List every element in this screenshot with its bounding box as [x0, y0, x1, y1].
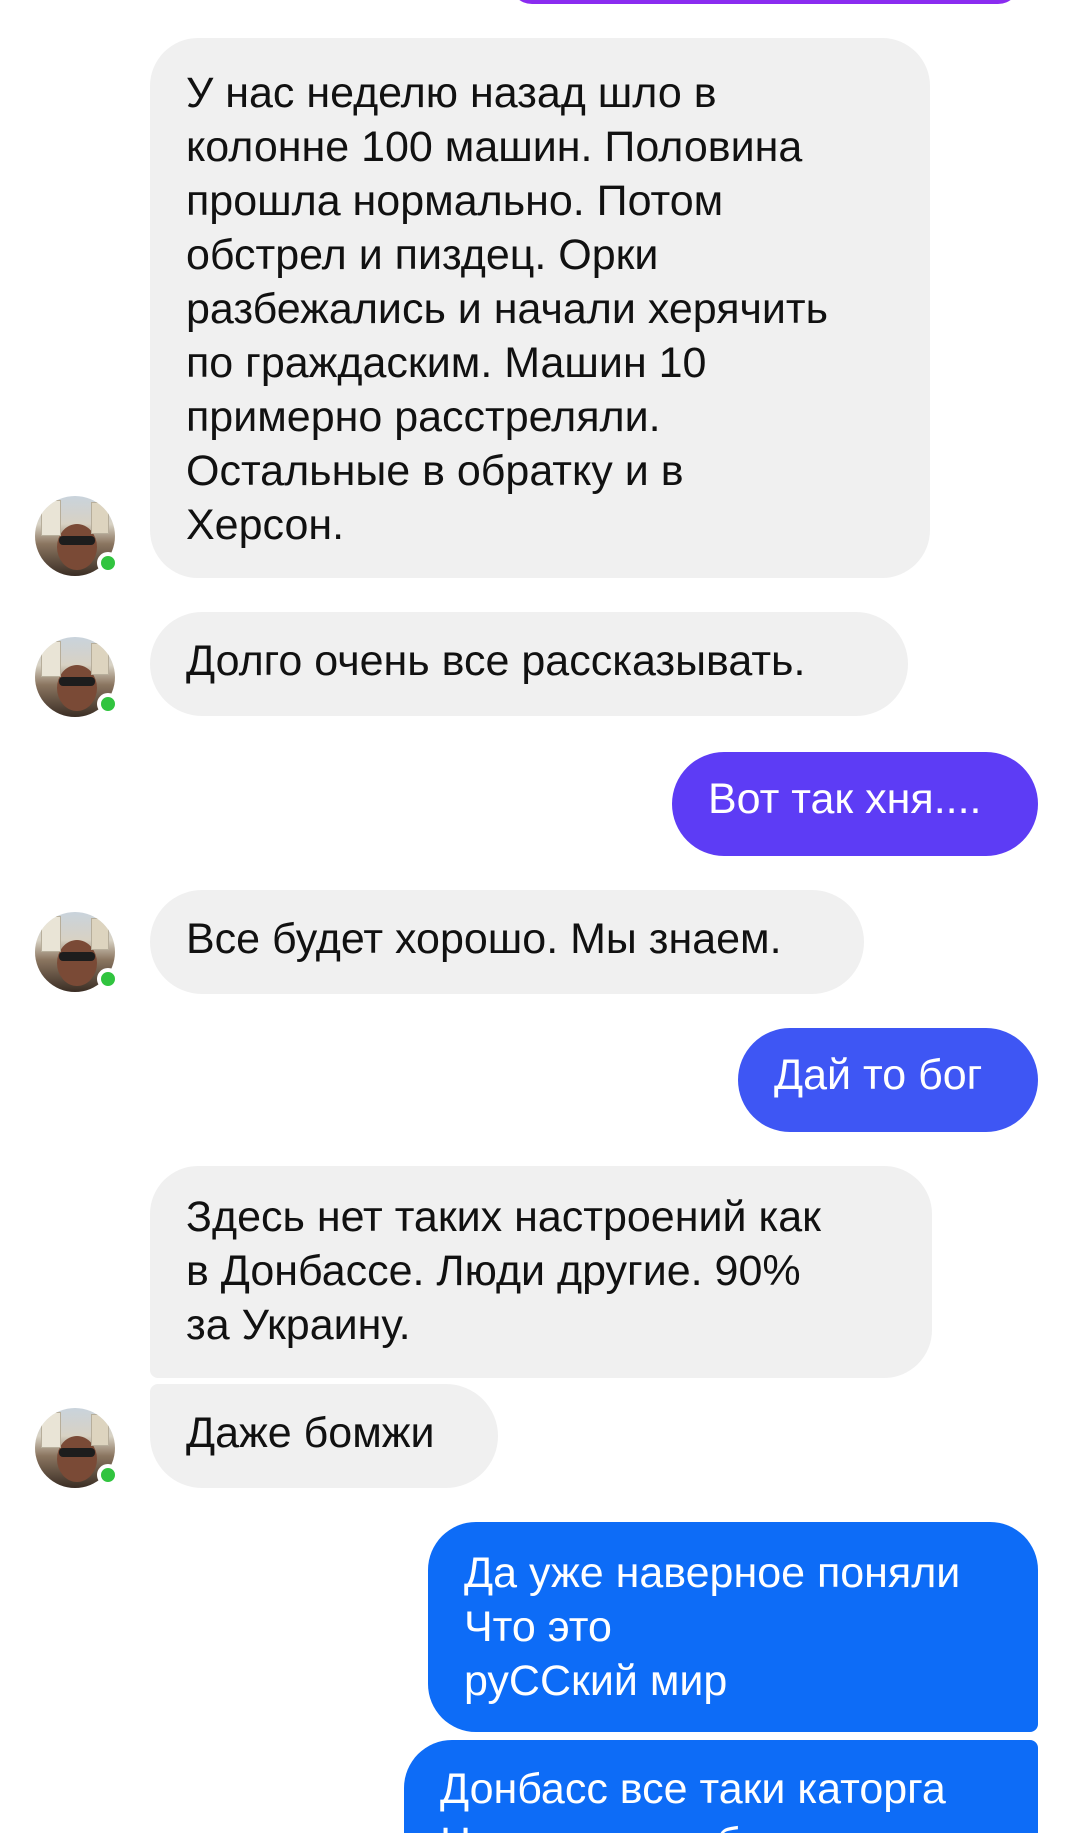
incoming-message[interactable]: Здесь нет таких настроений как в Донбасс… — [150, 1166, 932, 1378]
outgoing-message[interactable]: Донбасс все таки каторга Населенная сбро… — [404, 1740, 1038, 1833]
outgoing-message[interactable]: Дай то бог — [738, 1028, 1038, 1132]
contact-avatar[interactable] — [35, 1408, 119, 1488]
contact-avatar[interactable] — [35, 912, 119, 992]
contact-avatar[interactable] — [35, 637, 119, 717]
contact-avatar[interactable] — [35, 496, 119, 576]
previous-message-bubble[interactable] — [510, 0, 1020, 4]
incoming-message[interactable]: Все будет хорошо. Мы знаем. — [150, 890, 864, 994]
online-status-icon — [97, 693, 119, 715]
outgoing-message[interactable]: Вот так хня.... — [672, 752, 1038, 856]
online-status-icon — [97, 968, 119, 990]
chat-thread[interactable]: У нас неделю назад шло в колонне 100 маш… — [0, 0, 1080, 1833]
online-status-icon — [97, 1464, 119, 1486]
incoming-message[interactable]: Даже бомжи — [150, 1384, 498, 1488]
outgoing-message[interactable]: Да уже наверное поняли Что это руССкий м… — [428, 1522, 1038, 1732]
online-status-icon — [97, 552, 119, 574]
incoming-message[interactable]: Долго очень все рассказывать. — [150, 612, 908, 716]
incoming-message[interactable]: У нас неделю назад шло в колонне 100 маш… — [150, 38, 930, 578]
